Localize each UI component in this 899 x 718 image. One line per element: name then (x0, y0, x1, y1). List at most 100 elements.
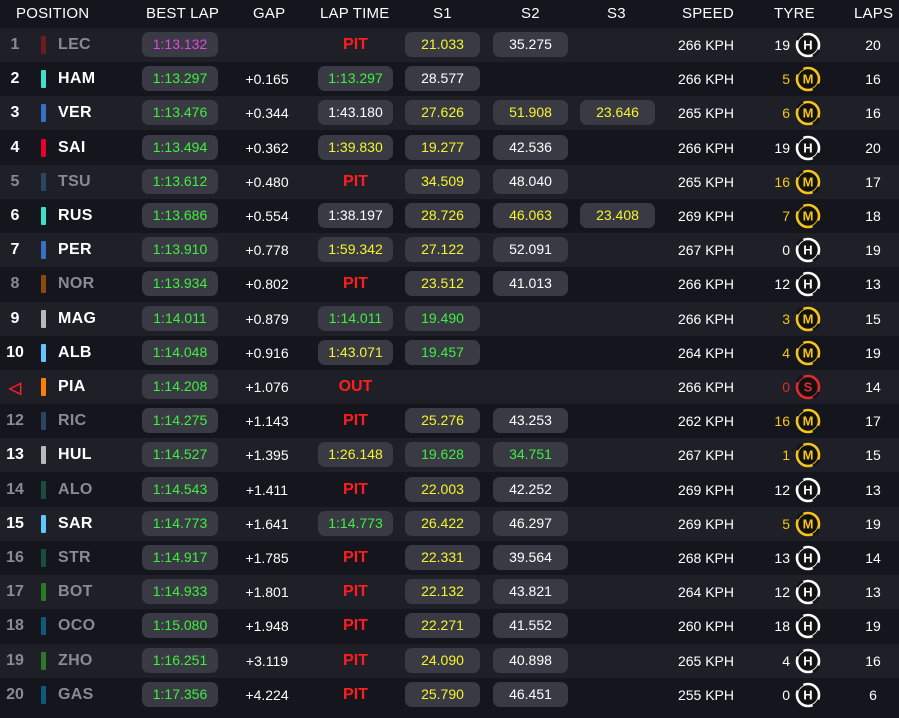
position-number: 15 (6, 514, 24, 532)
sector-1: 19.457 (405, 339, 480, 365)
table-row[interactable]: 2 HAM 1:13.297 +0.165 1:13.297 28.577 266 KPH 5… (0, 62, 899, 97)
medium-tyre-icon: M (795, 101, 821, 126)
table-row[interactable]: 5 TSU 1:13.612 +0.480 PIT 34.509 48.040 265 KPH… (0, 164, 899, 199)
laps: 17 (865, 173, 881, 190)
header-s3: S3 (607, 5, 626, 22)
speed: 255 KPH (677, 686, 735, 703)
laps: 14 (865, 379, 881, 395)
speed: 269 KPH (677, 208, 735, 224)
team-color-bar (41, 378, 46, 396)
best-lap: 1:13.476 (142, 100, 218, 126)
lap-status: PIT (343, 275, 368, 293)
sector-2: 51.908 (493, 100, 568, 126)
speed: 260 KPH (677, 618, 735, 635)
speed: 265 KPH (677, 105, 735, 122)
hard-tyre-icon: H (795, 682, 821, 708)
speed: 265 KPH (677, 652, 735, 669)
speed: 267 KPH (677, 447, 735, 464)
gap: +0.480 (245, 173, 289, 190)
table-row[interactable]: 1 LEC 1:13.132 PIT 21.033 35.275 266 KPH 19 H 20 (0, 28, 899, 62)
table-row[interactable]: 17 BOT 1:14.933 +1.801 PIT 22.132 43.821 264 KP… (0, 575, 899, 610)
sector-1: 28.726 (405, 203, 480, 228)
sector-1: 22.003 (405, 476, 480, 502)
tyre-age: 19 (774, 37, 790, 53)
table-row[interactable]: 6 RUS 1:13.686 +0.554 1:38.197 28.726 46.063 23… (0, 199, 899, 233)
sector-2: 35.275 (493, 32, 568, 57)
best-lap: 1:14.208 (142, 374, 218, 399)
best-lap: 1:14.933 (142, 579, 218, 605)
table-row[interactable]: ◁ PIA 1:14.208 +1.076 OUT 266 KPH 0 S 14 (0, 370, 899, 404)
position-number: ◁ (8, 380, 22, 397)
speed: 266 KPH (677, 139, 735, 156)
laps: 13 (865, 481, 881, 498)
header-lap-time: LAP TIME (320, 5, 390, 22)
lap-status: PIT (343, 685, 368, 703)
tyre-compound-letter: M (803, 209, 814, 224)
laps: 6 (869, 686, 877, 703)
table-row[interactable]: 18 OCO 1:15.080 +1.948 PIT 22.271 41.552 260 KP… (0, 609, 899, 644)
sector-1: 22.331 (405, 545, 480, 570)
speed: 267 KPH (677, 242, 735, 259)
table-row[interactable]: 13 HUL 1:14.527 +1.395 1:26.148 19.628 34.751 2… (0, 438, 899, 473)
medium-tyre-icon: M (795, 169, 821, 195)
driver-code: SAI (58, 138, 86, 156)
table-row[interactable]: 4 SAI 1:13.494 +0.362 1:39.830 19.277 42.536 26… (0, 130, 899, 165)
header-speed: SPEED (682, 5, 734, 22)
table-row[interactable]: 14 ALO 1:14.543 +1.411 PIT 22.003 42.252 269 KP… (0, 472, 899, 507)
lap-status: PIT (343, 412, 368, 430)
sector-2: 41.552 (493, 613, 568, 639)
team-color-bar (41, 309, 46, 328)
table-row[interactable]: 15 SAR 1:14.773 +1.641 1:14.773 26.422 46.297 2… (0, 506, 899, 541)
gap: +1.948 (245, 618, 289, 635)
gap: +1.411 (245, 481, 289, 498)
table-row[interactable]: 20 GAS 1:17.356 +4.224 PIT 25.790 46.451 255 KP… (0, 677, 899, 712)
position-number: 10 (6, 343, 24, 361)
table-row[interactable]: 19 ZHO 1:16.251 +3.119 PIT 24.090 40.898 265 KP… (0, 643, 899, 678)
table-row[interactable]: 12 RIC 1:14.275 +1.143 PIT 25.276 43.253 262 KP… (0, 404, 899, 439)
driver-code: ALO (58, 480, 93, 498)
table-row[interactable]: 10 ALB 1:14.048 +0.916 1:43.071 19.457 264 KPH… (0, 335, 899, 370)
sector-1: 25.276 (405, 408, 480, 434)
tyre-age: 5 (782, 71, 790, 88)
table-row[interactable]: 3 VER 1:13.476 +0.344 1:43.180 27.626 51.908 23… (0, 96, 899, 131)
best-lap: 1:13.132 (142, 32, 218, 57)
hard-tyre-icon: H (795, 545, 821, 571)
lap-time: 1:14.773 (318, 510, 393, 536)
lap-status: PIT (343, 617, 368, 635)
header-tyre: TYRE (774, 5, 815, 22)
table-row[interactable]: 9 MAG 1:14.011 +0.879 1:14.011 19.490 266 KPH 3… (0, 301, 899, 336)
sector-1: 22.132 (405, 579, 480, 605)
laps: 13 (865, 584, 881, 601)
header-best-lap: BEST LAP (146, 5, 220, 22)
gap: +1.785 (245, 550, 289, 566)
tyre-age: 13 (774, 550, 790, 566)
laps: 16 (865, 105, 881, 122)
tyre-compound-letter: M (803, 516, 814, 531)
tyre-age: 19 (774, 139, 790, 156)
laps: 20 (865, 37, 881, 53)
table-row[interactable]: 16 STR 1:14.917 +1.785 PIT 22.331 39.564 268 KP… (0, 541, 899, 575)
speed: 264 KPH (677, 584, 735, 601)
laps: 19 (865, 515, 881, 532)
sector-2: 52.091 (493, 237, 568, 263)
position-number: 19 (6, 651, 24, 669)
sector-2: 41.013 (493, 271, 568, 297)
driver-code: VER (58, 104, 92, 122)
hard-tyre-icon: H (795, 237, 821, 263)
best-lap: 1:13.297 (142, 66, 218, 92)
laps: 15 (865, 447, 881, 464)
hard-tyre-icon: H (795, 648, 821, 673)
sector-2: 40.898 (493, 647, 568, 673)
sector-1: 27.626 (405, 100, 480, 126)
best-lap: 1:14.543 (142, 476, 218, 502)
lap-time: 1:43.071 (318, 339, 393, 365)
sector-3: 23.408 (580, 203, 655, 228)
table-row[interactable]: 7 PER 1:13.910 +0.778 1:59.342 27.122 52.091 26… (0, 233, 899, 268)
sector-1: 19.628 (405, 442, 480, 468)
position-number: 8 (10, 275, 20, 293)
speed: 269 KPH (677, 515, 735, 532)
table-row[interactable]: 8 NOR 1:13.934 +0.802 PIT 23.512 41.013 266 KPH… (0, 267, 899, 302)
tyre-age: 0 (782, 686, 790, 703)
tyre-age: 12 (774, 584, 790, 601)
team-color-bar (41, 275, 46, 294)
